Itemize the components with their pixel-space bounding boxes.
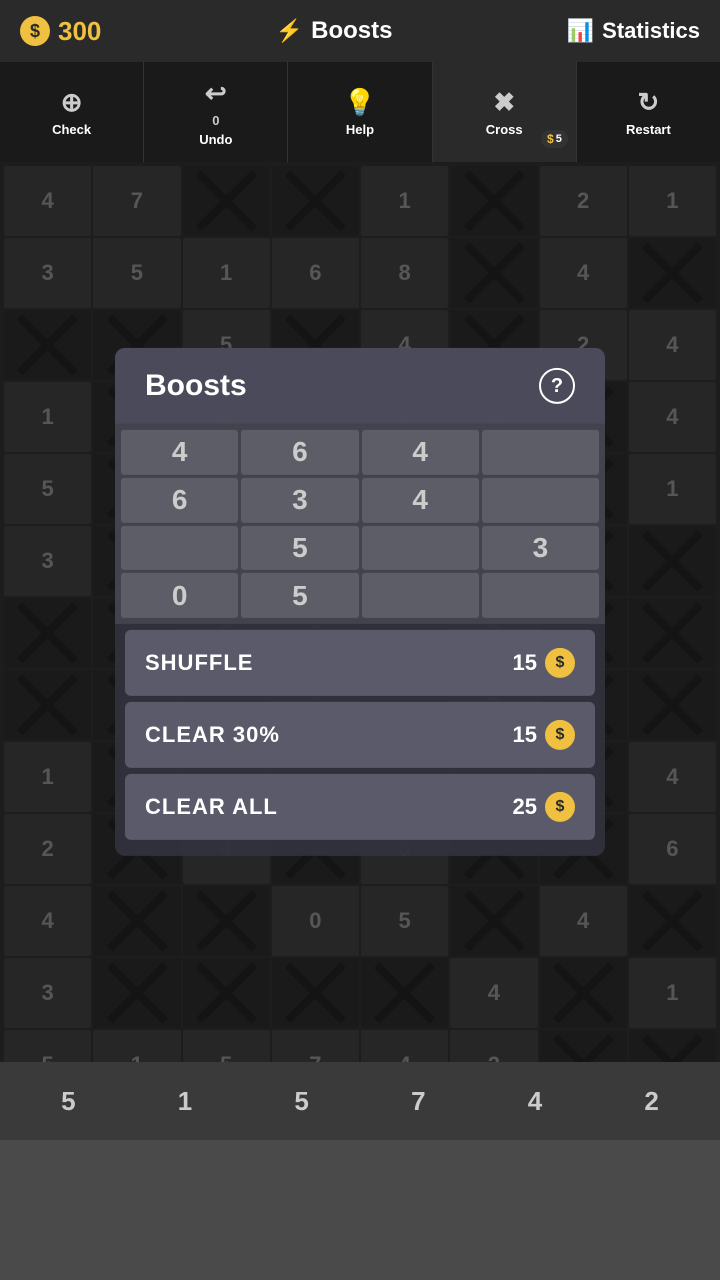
modal-header: Boosts ? bbox=[115, 348, 605, 424]
restart-button[interactable]: ↻ Restart bbox=[577, 62, 720, 162]
lightbulb-icon: 💡 bbox=[344, 87, 376, 118]
coin-icon: $ bbox=[20, 16, 50, 46]
preview-cell: 4 bbox=[362, 430, 479, 475]
cross-cost-badge: $ 5 bbox=[541, 130, 568, 148]
preview-cell: 5 bbox=[241, 525, 358, 570]
bottom-number: 7 bbox=[411, 1086, 425, 1117]
modal-preview: 4646345305 bbox=[115, 424, 605, 624]
bottom-number: 4 bbox=[528, 1086, 542, 1117]
clear30-coin-icon: $ bbox=[545, 720, 575, 750]
shuffle-option[interactable]: SHUFFLE 15 $ bbox=[125, 630, 595, 696]
clearall-label: CLEAR ALL bbox=[145, 794, 278, 820]
check-label: Check bbox=[52, 122, 91, 137]
restart-icon: ↻ bbox=[638, 87, 660, 118]
modal-help-button[interactable]: ? bbox=[539, 368, 575, 404]
bottom-numbers: 5 1 5 7 4 2 bbox=[0, 1062, 720, 1140]
shuffle-cost-value: 15 bbox=[513, 650, 537, 676]
modal-title: Boosts bbox=[145, 369, 247, 403]
preview-cell bbox=[362, 573, 479, 618]
preview-cell: 6 bbox=[241, 430, 358, 475]
clear30-option[interactable]: CLEAR 30% 15 $ bbox=[125, 702, 595, 768]
game-area: 4712135168454241151451363352142456405434… bbox=[0, 162, 720, 1062]
undo-button[interactable]: ↩ 0 Undo bbox=[144, 62, 288, 162]
preview-cell: 0 bbox=[121, 573, 238, 618]
coins-display: $ 300 bbox=[20, 16, 101, 47]
clearall-cost-value: 25 bbox=[513, 794, 537, 820]
shuffle-cost: 15 $ bbox=[513, 648, 575, 678]
clear30-label: CLEAR 30% bbox=[145, 722, 280, 748]
undo-icon: ↩ bbox=[205, 78, 227, 109]
preview-cell bbox=[482, 430, 599, 475]
clear30-cost-value: 15 bbox=[513, 722, 537, 748]
cross-button[interactable]: ✖ Cross $ 5 bbox=[433, 62, 577, 162]
bottom-number: 1 bbox=[178, 1086, 192, 1117]
help-question-icon: ? bbox=[551, 374, 563, 397]
help-label: Help bbox=[346, 122, 374, 137]
preview-cell: 4 bbox=[121, 430, 238, 475]
preview-cell bbox=[362, 525, 479, 570]
undo-count: 0 bbox=[212, 113, 219, 128]
bolt-icon: ⚡ bbox=[276, 18, 303, 44]
clearall-coin-icon: $ bbox=[545, 792, 575, 822]
toolbar: ⊕ Check ↩ 0 Undo 💡 Help ✖ Cross $ 5 ↻ Re… bbox=[0, 62, 720, 162]
clear30-cost: 15 $ bbox=[513, 720, 575, 750]
boosts-modal: Boosts ? 4646345305 SHUFFLE 15 $ CLEAR 3… bbox=[115, 348, 605, 856]
preview-cell: 3 bbox=[482, 525, 599, 570]
bottom-number: 5 bbox=[61, 1086, 75, 1117]
preview-cell bbox=[121, 525, 238, 570]
clearall-option[interactable]: CLEAR ALL 25 $ bbox=[125, 774, 595, 840]
bottom-number: 5 bbox=[294, 1086, 308, 1117]
restart-label: Restart bbox=[626, 122, 671, 137]
shuffle-label: SHUFFLE bbox=[145, 650, 253, 676]
preview-cell: 5 bbox=[241, 573, 358, 618]
preview-cell: 6 bbox=[121, 478, 238, 523]
badge-coin-icon: $ bbox=[547, 132, 554, 146]
preview-cell: 4 bbox=[362, 478, 479, 523]
preview-cell bbox=[482, 478, 599, 523]
cross-x-icon: ✖ bbox=[493, 87, 515, 118]
clearall-cost: 25 $ bbox=[513, 792, 575, 822]
top-bar: $ 300 ⚡ Boosts 📊 Statistics bbox=[0, 0, 720, 62]
preview-cell: 3 bbox=[241, 478, 358, 523]
undo-label: Undo bbox=[199, 132, 232, 147]
boosts-label: Boosts bbox=[311, 17, 392, 45]
plus-circle-icon: ⊕ bbox=[61, 87, 83, 118]
cross-cost: 5 bbox=[556, 133, 562, 145]
bottom-number: 2 bbox=[644, 1086, 658, 1117]
shuffle-coin-icon: $ bbox=[545, 648, 575, 678]
cross-label: Cross bbox=[486, 122, 523, 137]
help-button[interactable]: 💡 Help bbox=[288, 62, 432, 162]
preview-cell bbox=[482, 573, 599, 618]
bar-chart-icon: 📊 bbox=[567, 18, 594, 44]
coins-value: 300 bbox=[58, 16, 101, 47]
statistics-button[interactable]: 📊 Statistics bbox=[567, 18, 700, 44]
boosts-button[interactable]: ⚡ Boosts bbox=[276, 17, 393, 45]
check-button[interactable]: ⊕ Check bbox=[0, 62, 144, 162]
statistics-label: Statistics bbox=[602, 18, 700, 44]
